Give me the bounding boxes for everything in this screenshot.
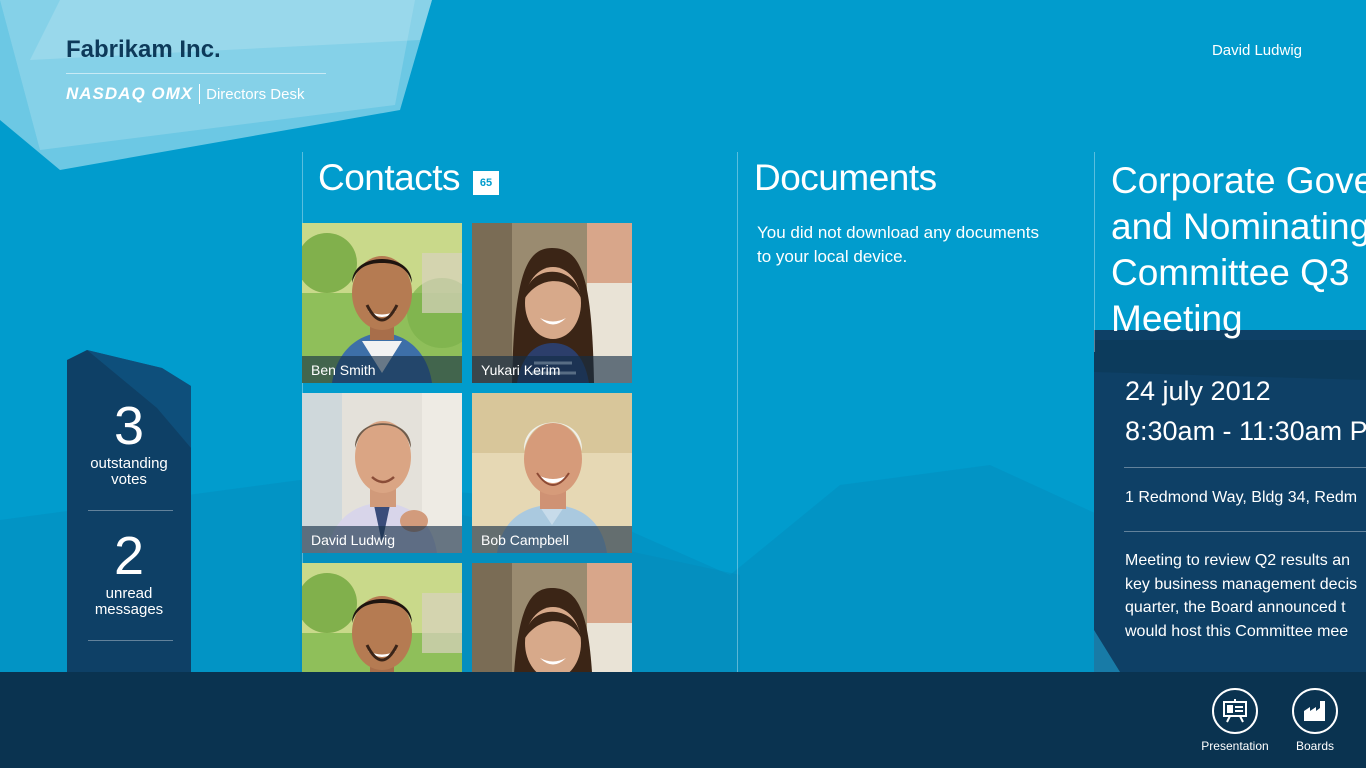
meeting-title-line: and Nominating [1111,206,1366,247]
stats-divider [88,640,173,641]
meeting-time: 8:30am - 11:30am PD [1125,416,1366,446]
presentation-button[interactable]: Presentation [1190,688,1280,753]
contact-name: Bob Campbell [472,526,632,553]
outstanding-votes-stat[interactable]: 3 outstanding votes [67,398,191,488]
contacts-title[interactable]: Contacts [318,157,461,199]
contact-name: Yukari Kerim [472,356,632,383]
documents-empty-message: You did not download any documents to yo… [757,223,1039,266]
meeting-description: Meeting to review Q2 results an key busi… [1125,552,1358,640]
meeting-location: 1 Redmond Way, Bldg 34, Redm [1125,489,1358,506]
contact-tile[interactable]: Bob Campbell [472,393,632,553]
unread-messages-stat[interactable]: 2 unread messages [67,528,191,618]
user-name[interactable]: David Ludwig [1212,42,1302,59]
meeting-divider [1124,531,1366,532]
nasdaq-logo: NASDAQ OMX [66,84,194,103]
contact-photo [472,563,632,672]
documents-title[interactable]: Documents [754,157,937,199]
presentation-icon [1212,688,1258,734]
app-bar [0,672,1366,768]
meeting-title[interactable]: Corporate Gove and Nominating Committee … [1111,158,1366,342]
contact-tile[interactable]: Ben Smith [302,223,462,383]
brand-divider [66,73,326,74]
brand-separator [199,84,201,104]
stats-divider [88,510,173,511]
contact-tile[interactable] [302,563,462,672]
company-name: Fabrikam Inc. [66,36,221,63]
meeting-title-line: Committee Q3 [1111,252,1350,293]
boards-button[interactable]: Boards [1270,688,1360,753]
contacts-count-badge: 65 [473,171,499,195]
outstanding-votes-label: outstanding votes [90,455,168,488]
unread-messages-label: unread messages [94,585,164,618]
meeting-title-line: Meeting [1111,298,1243,339]
contact-tile[interactable]: David Ludwig [302,393,462,553]
meeting-divider [1124,467,1366,468]
brand-logo-row: NASDAQ OMX Directors Desk [66,84,304,104]
contact-tile[interactable]: Yukari Kerim [472,223,632,383]
unread-messages-count: 2 [113,526,145,586]
boards-label: Boards [1295,739,1335,753]
meeting-date: 24 july 2012 [1125,376,1271,406]
boards-icon [1292,688,1338,734]
section-divider [1094,152,1095,352]
outstanding-votes-count: 3 [113,396,145,456]
contact-tile[interactable] [472,563,632,672]
stats-panel: 3 outstanding votes 2 unread messages [67,380,191,672]
meeting-title-line: Corporate Gove [1111,160,1366,201]
presentation-label: Presentation [1201,739,1269,753]
contact-name: Ben Smith [302,356,462,383]
product-name: Directors Desk [206,85,305,103]
contact-name: David Ludwig [302,526,462,553]
section-divider [737,152,738,672]
contact-photo [302,563,462,672]
